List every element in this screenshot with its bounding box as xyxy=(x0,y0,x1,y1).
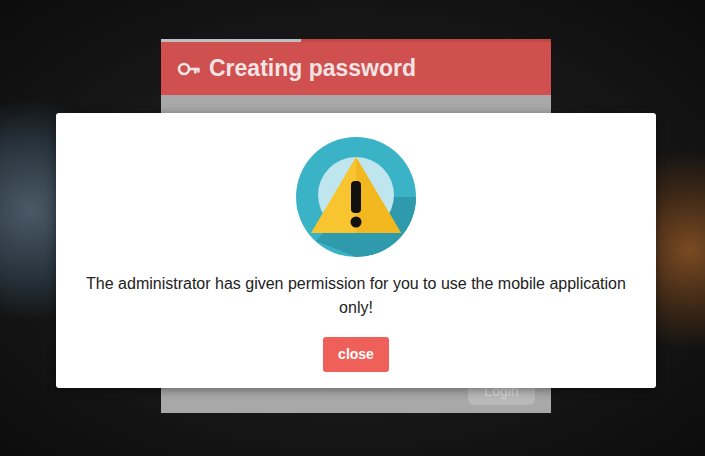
panel-header: Creating password xyxy=(161,42,551,95)
key-icon xyxy=(177,57,201,81)
panel-title: Creating password xyxy=(209,55,416,83)
screen: Creating password Login The administrato… xyxy=(0,0,705,456)
dialog-message: The administrator has given permission f… xyxy=(80,272,632,320)
alert-dialog: The administrator has given permission f… xyxy=(56,113,656,388)
close-button[interactable]: close xyxy=(323,337,389,372)
warning-icon xyxy=(296,137,416,257)
